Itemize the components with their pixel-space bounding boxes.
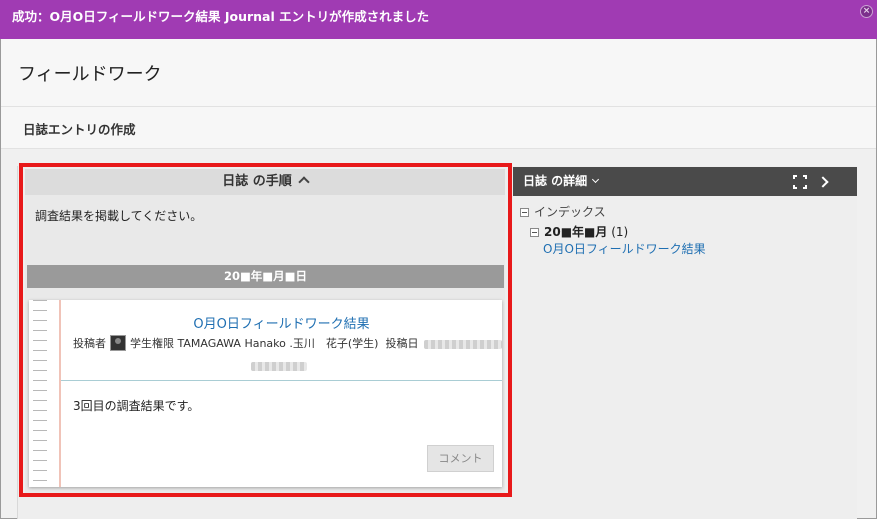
comment-button[interactable]: コメント bbox=[427, 445, 494, 472]
sub-header: 日誌エントリの作成 bbox=[1, 107, 876, 149]
posted-date-redacted bbox=[424, 339, 503, 349]
month-count: (1) bbox=[611, 225, 629, 239]
author-label: 投稿者 bbox=[73, 337, 106, 350]
page-subtitle: 日誌エントリの作成 bbox=[23, 122, 136, 137]
author-name: 学生権限 TAMAGAWA Hanako .玉川 花子(学生) bbox=[130, 337, 379, 350]
date-group-header: 20■年■月■日 bbox=[27, 265, 504, 288]
posted-time-redacted bbox=[251, 362, 307, 371]
chevron-down-icon[interactable] bbox=[592, 175, 600, 184]
details-header: 日誌 の詳細 bbox=[513, 167, 857, 196]
details-title[interactable]: 日誌 の詳細 bbox=[523, 174, 587, 188]
entry-divider bbox=[61, 380, 502, 381]
entry-body: 3回目の調査結果です。 bbox=[73, 399, 200, 413]
tree-month[interactable]: 20■年■月 (1) bbox=[530, 223, 628, 240]
entry-meta: 投稿者 学生権限 TAMAGAWA Hanako .玉川 花子(学生) 投稿日 bbox=[73, 335, 503, 351]
tree-collapse-icon[interactable] bbox=[520, 208, 529, 217]
tree-index[interactable]: インデックス bbox=[520, 203, 606, 220]
page-title: フィールドワーク bbox=[18, 64, 162, 85]
banner-message: 成功：O月O日フィールドワーク結果 Journal エントリが作成されました bbox=[12, 9, 430, 24]
index-label: インデックス bbox=[534, 205, 606, 219]
chevron-right-icon[interactable] bbox=[817, 176, 829, 188]
posted-time bbox=[251, 356, 307, 375]
entry-title[interactable]: O月O日フィールドワーク結果 bbox=[61, 313, 502, 332]
journal-entry-card: O月O日フィールドワーク結果 投稿者 学生権限 TAMAGAWA Hanako .… bbox=[29, 300, 503, 487]
page-header: フィールドワーク bbox=[1, 39, 876, 107]
success-banner: 成功：O月O日フィールドワーク結果 Journal エントリが作成されました × bbox=[0, 0, 877, 39]
journal-instructions-panel: 日誌 の手順 調査結果を掲載してください。 20■年■月■日 O月O日フィールド… bbox=[25, 169, 505, 493]
close-icon[interactable]: × bbox=[860, 5, 873, 18]
tree-collapse-icon[interactable] bbox=[530, 228, 539, 237]
posted-label: 投稿日 bbox=[385, 337, 419, 350]
month-label: 20■年■月 bbox=[544, 225, 608, 239]
instructions-header: 日誌 の手順 bbox=[222, 174, 292, 189]
entry-link[interactable]: O月O日フィールドワーク結果 bbox=[543, 240, 706, 257]
journal-details-panel: 日誌 の詳細 インデックス 20■年■月 (1) O月O日フィールドワーク結果 bbox=[513, 167, 857, 519]
expand-icon[interactable] bbox=[793, 175, 807, 189]
notebook-spiral bbox=[29, 300, 59, 487]
instructions-text: 調査結果を掲載してください。 bbox=[35, 209, 203, 223]
avatar bbox=[110, 335, 126, 351]
chevron-up-icon bbox=[298, 176, 310, 188]
instructions-toggle[interactable]: 日誌 の手順 bbox=[25, 169, 505, 195]
